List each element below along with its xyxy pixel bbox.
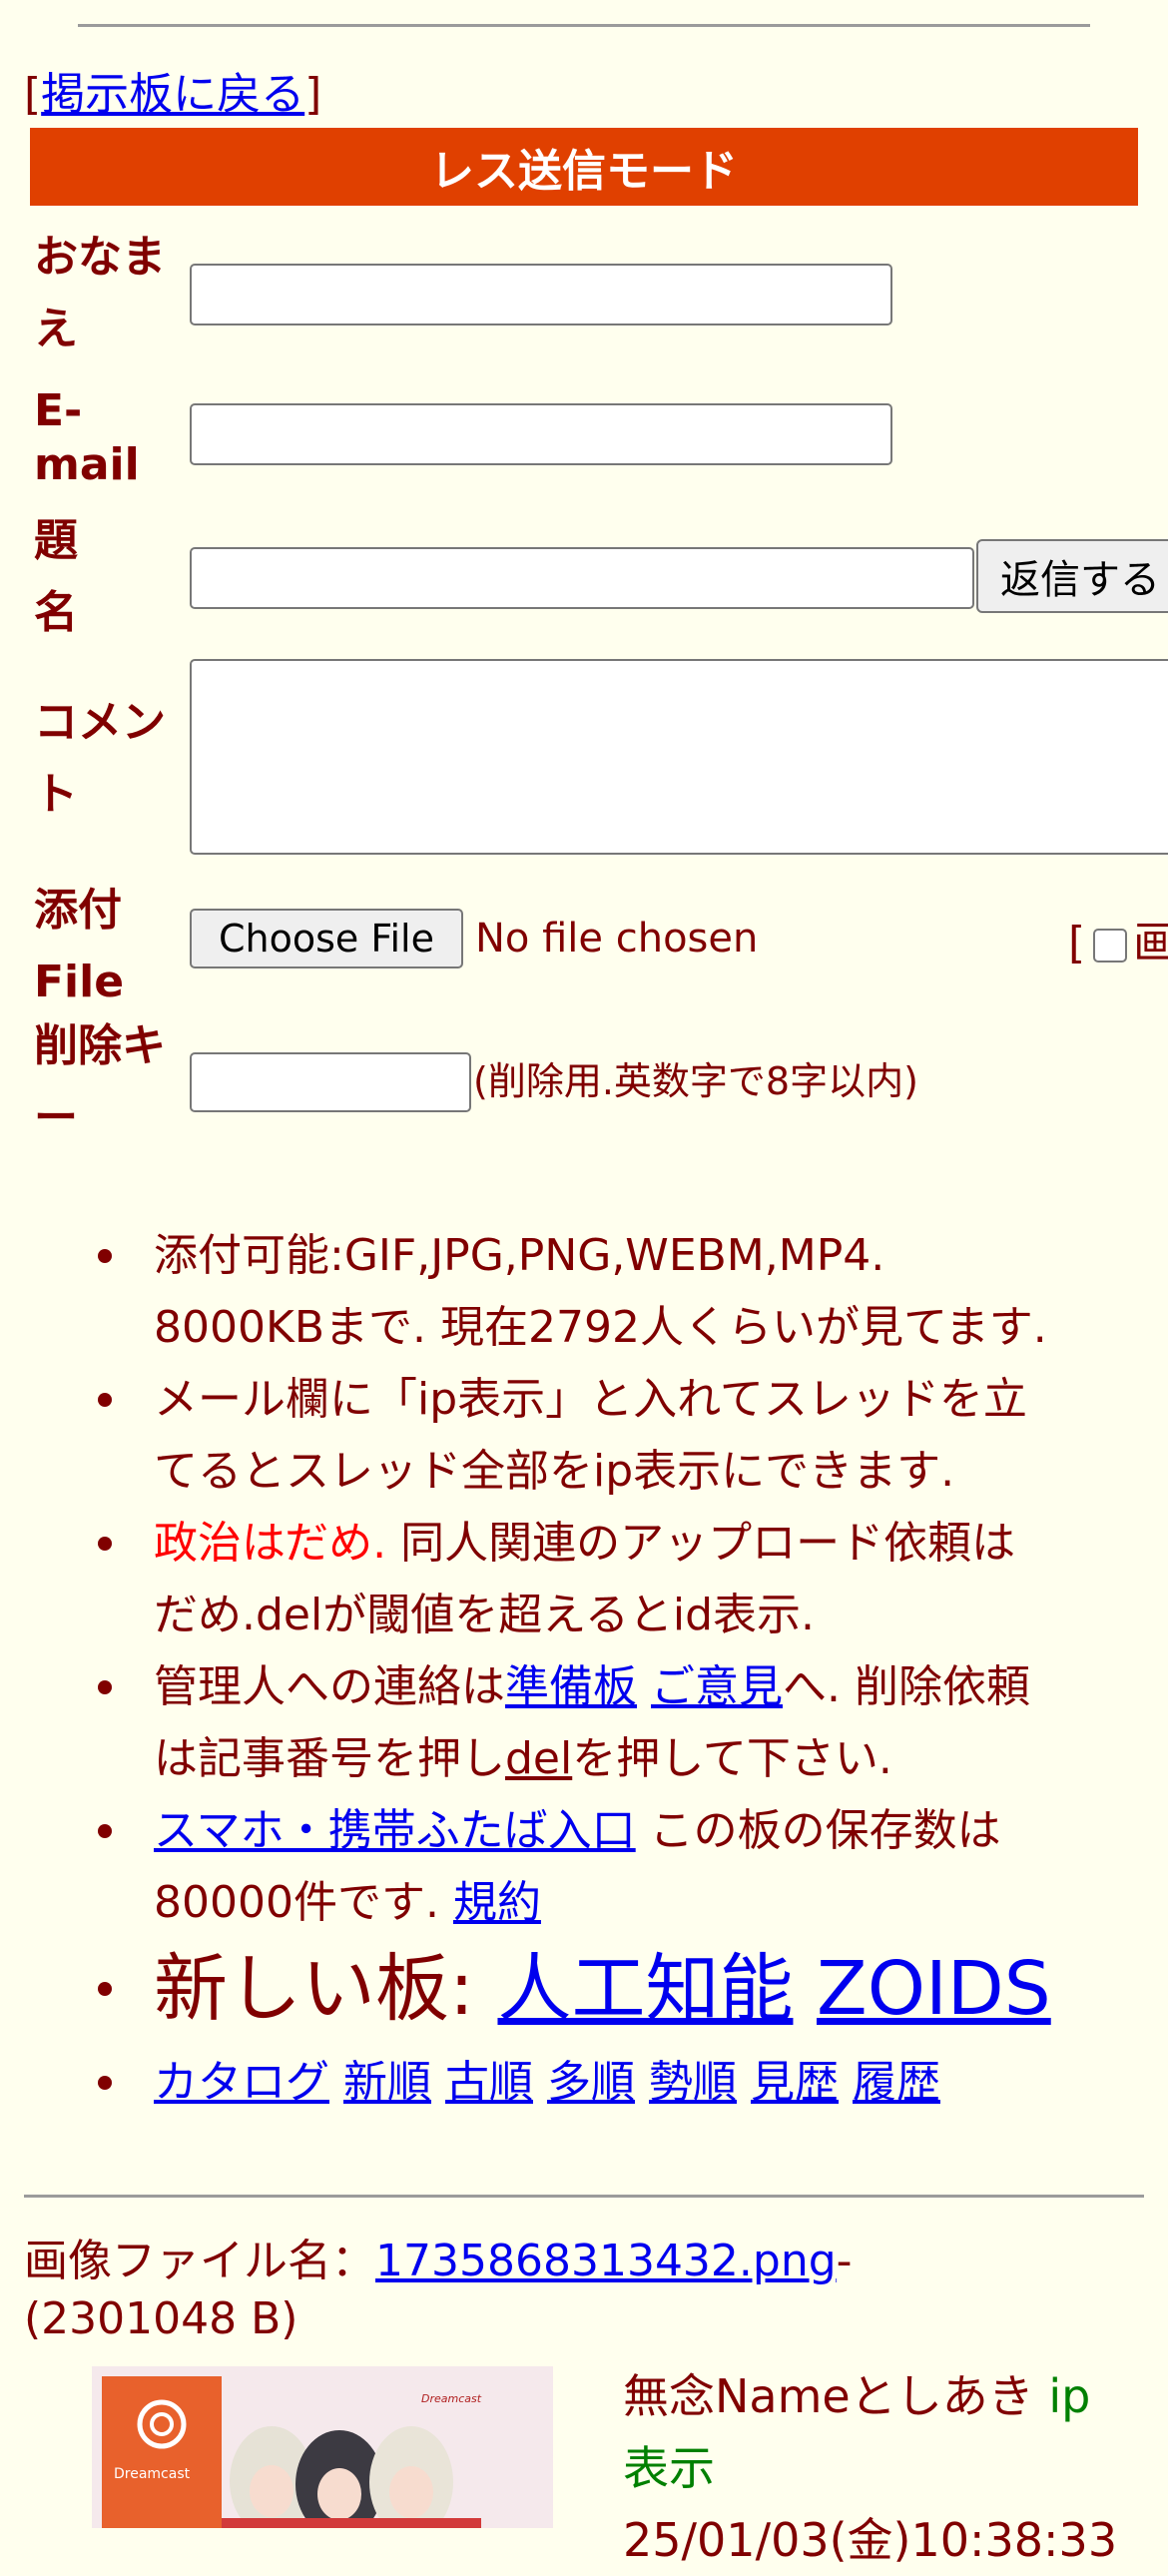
- subject-label: 題 名: [34, 515, 78, 638]
- image-file-info: 画像ファイル名：1735868313432.png- (2301048 B): [24, 2236, 853, 2344]
- prep-board-link[interactable]: 準備板: [505, 1661, 637, 1712]
- bullet-icon: [98, 1824, 112, 1838]
- nav-viewed-history-link[interactable]: 見歴: [751, 2057, 839, 2108]
- comment-textarea[interactable]: [190, 659, 1168, 855]
- post-header: 無念Nameとしあき ip 表示 25/01/03(金)10:38:33: [623, 2369, 1118, 2567]
- email-input[interactable]: [190, 403, 892, 465]
- rule-new-boards: 新しい板: 人工知能 ZOIDS: [98, 1939, 1142, 2039]
- back-to-board: [掲示板に戻る]: [24, 69, 322, 120]
- post-date: 25/01/03(金)10:38:33: [623, 2513, 1118, 2567]
- mobile-entrance-link[interactable]: スマホ・携帯ふたば入口: [154, 1805, 636, 1856]
- svg-text:Dreamcast: Dreamcast: [114, 2466, 191, 2482]
- nav-catalog-link[interactable]: カタログ: [154, 2057, 329, 2108]
- svg-text:Dreamcast: Dreamcast: [421, 2392, 482, 2405]
- reply-mode-banner: レス送信モード: [30, 128, 1138, 206]
- image-file-link[interactable]: 1735868313432.png: [375, 2236, 837, 2286]
- image-option: [画: [1068, 918, 1168, 968]
- ai-board-link[interactable]: 人工知能: [497, 1946, 793, 2032]
- nav-oldest-link[interactable]: 古順: [445, 2057, 533, 2108]
- nav-post-history-link[interactable]: 履歴: [853, 2057, 940, 2108]
- comment-label: コメン ト: [34, 697, 166, 820]
- zoids-board-link[interactable]: ZOIDS: [817, 1946, 1051, 2032]
- choose-file-button[interactable]: Choose File: [190, 909, 463, 968]
- post-image-thumbnail[interactable]: Dreamcast Dreamcast: [92, 2366, 553, 2528]
- bullet-icon: [98, 1982, 112, 1996]
- post-name: Nameとしあき: [715, 2369, 1034, 2423]
- terms-link[interactable]: 規約: [453, 1877, 541, 1928]
- bullet-icon: [98, 1249, 112, 1263]
- post-subject: 無念: [623, 2369, 715, 2423]
- rule-contact: 管理人への連絡は準備板 ご意見へ. 削除依頼 は記事番号を押しdelを押して下さ…: [98, 1651, 1142, 1795]
- top-divider: [78, 24, 1090, 27]
- delete-key-input[interactable]: [190, 1052, 471, 1112]
- subject-input[interactable]: [190, 547, 974, 609]
- feedback-link[interactable]: ご意見: [651, 1661, 783, 1712]
- file-label: 添付 File: [34, 885, 125, 1007]
- delete-key-note: (削除用.英数字で8字以内): [473, 1059, 918, 1103]
- ip-display-label: ip: [1048, 2369, 1091, 2423]
- name-input[interactable]: [190, 264, 892, 325]
- nav-newest-link[interactable]: 新順: [343, 2057, 431, 2108]
- rule-nav: カタログ 新順 古順 多順 勢順 見歴 履歴: [98, 2047, 1142, 2119]
- rule-attachments: 添付可能:GIF,JPG,PNG,WEBM,MP4. 8000KBまで. 現在2…: [98, 1220, 1142, 1364]
- nav-most-replies-link[interactable]: 多順: [547, 2057, 635, 2108]
- bullet-icon: [98, 1680, 112, 1694]
- email-label: E- mail: [34, 385, 140, 490]
- rule-mobile: スマホ・携帯ふたば入口 この板の保存数は 80000件です. 規約: [98, 1795, 1142, 1939]
- bullet-icon: [98, 1537, 112, 1551]
- image-option-checkbox[interactable]: [1093, 929, 1128, 963]
- back-to-board-link[interactable]: 掲示板に戻る: [41, 69, 304, 120]
- bullet-icon: [98, 2076, 112, 2090]
- rule-politics: 政治はだめ. 同人関連のアップロード依頼は だめ.delが閾値を超えるとid表示…: [98, 1508, 1142, 1651]
- delkey-label: 削除キ ー: [34, 1020, 166, 1143]
- reply-submit-button[interactable]: 返信する: [976, 539, 1168, 613]
- thread-divider: [24, 2195, 1144, 2198]
- rule-ip-display: メール欄に「ip表示」と入れてスレッドを立 てるとスレッド全部をip表示にできま…: [98, 1364, 1142, 1508]
- del-label: del: [505, 1733, 573, 1784]
- bullet-icon: [98, 1393, 112, 1407]
- no-file-chosen-text: No file chosen: [475, 916, 759, 962]
- name-label: おなま え: [34, 232, 166, 354]
- nav-momentum-link[interactable]: 勢順: [649, 2057, 737, 2108]
